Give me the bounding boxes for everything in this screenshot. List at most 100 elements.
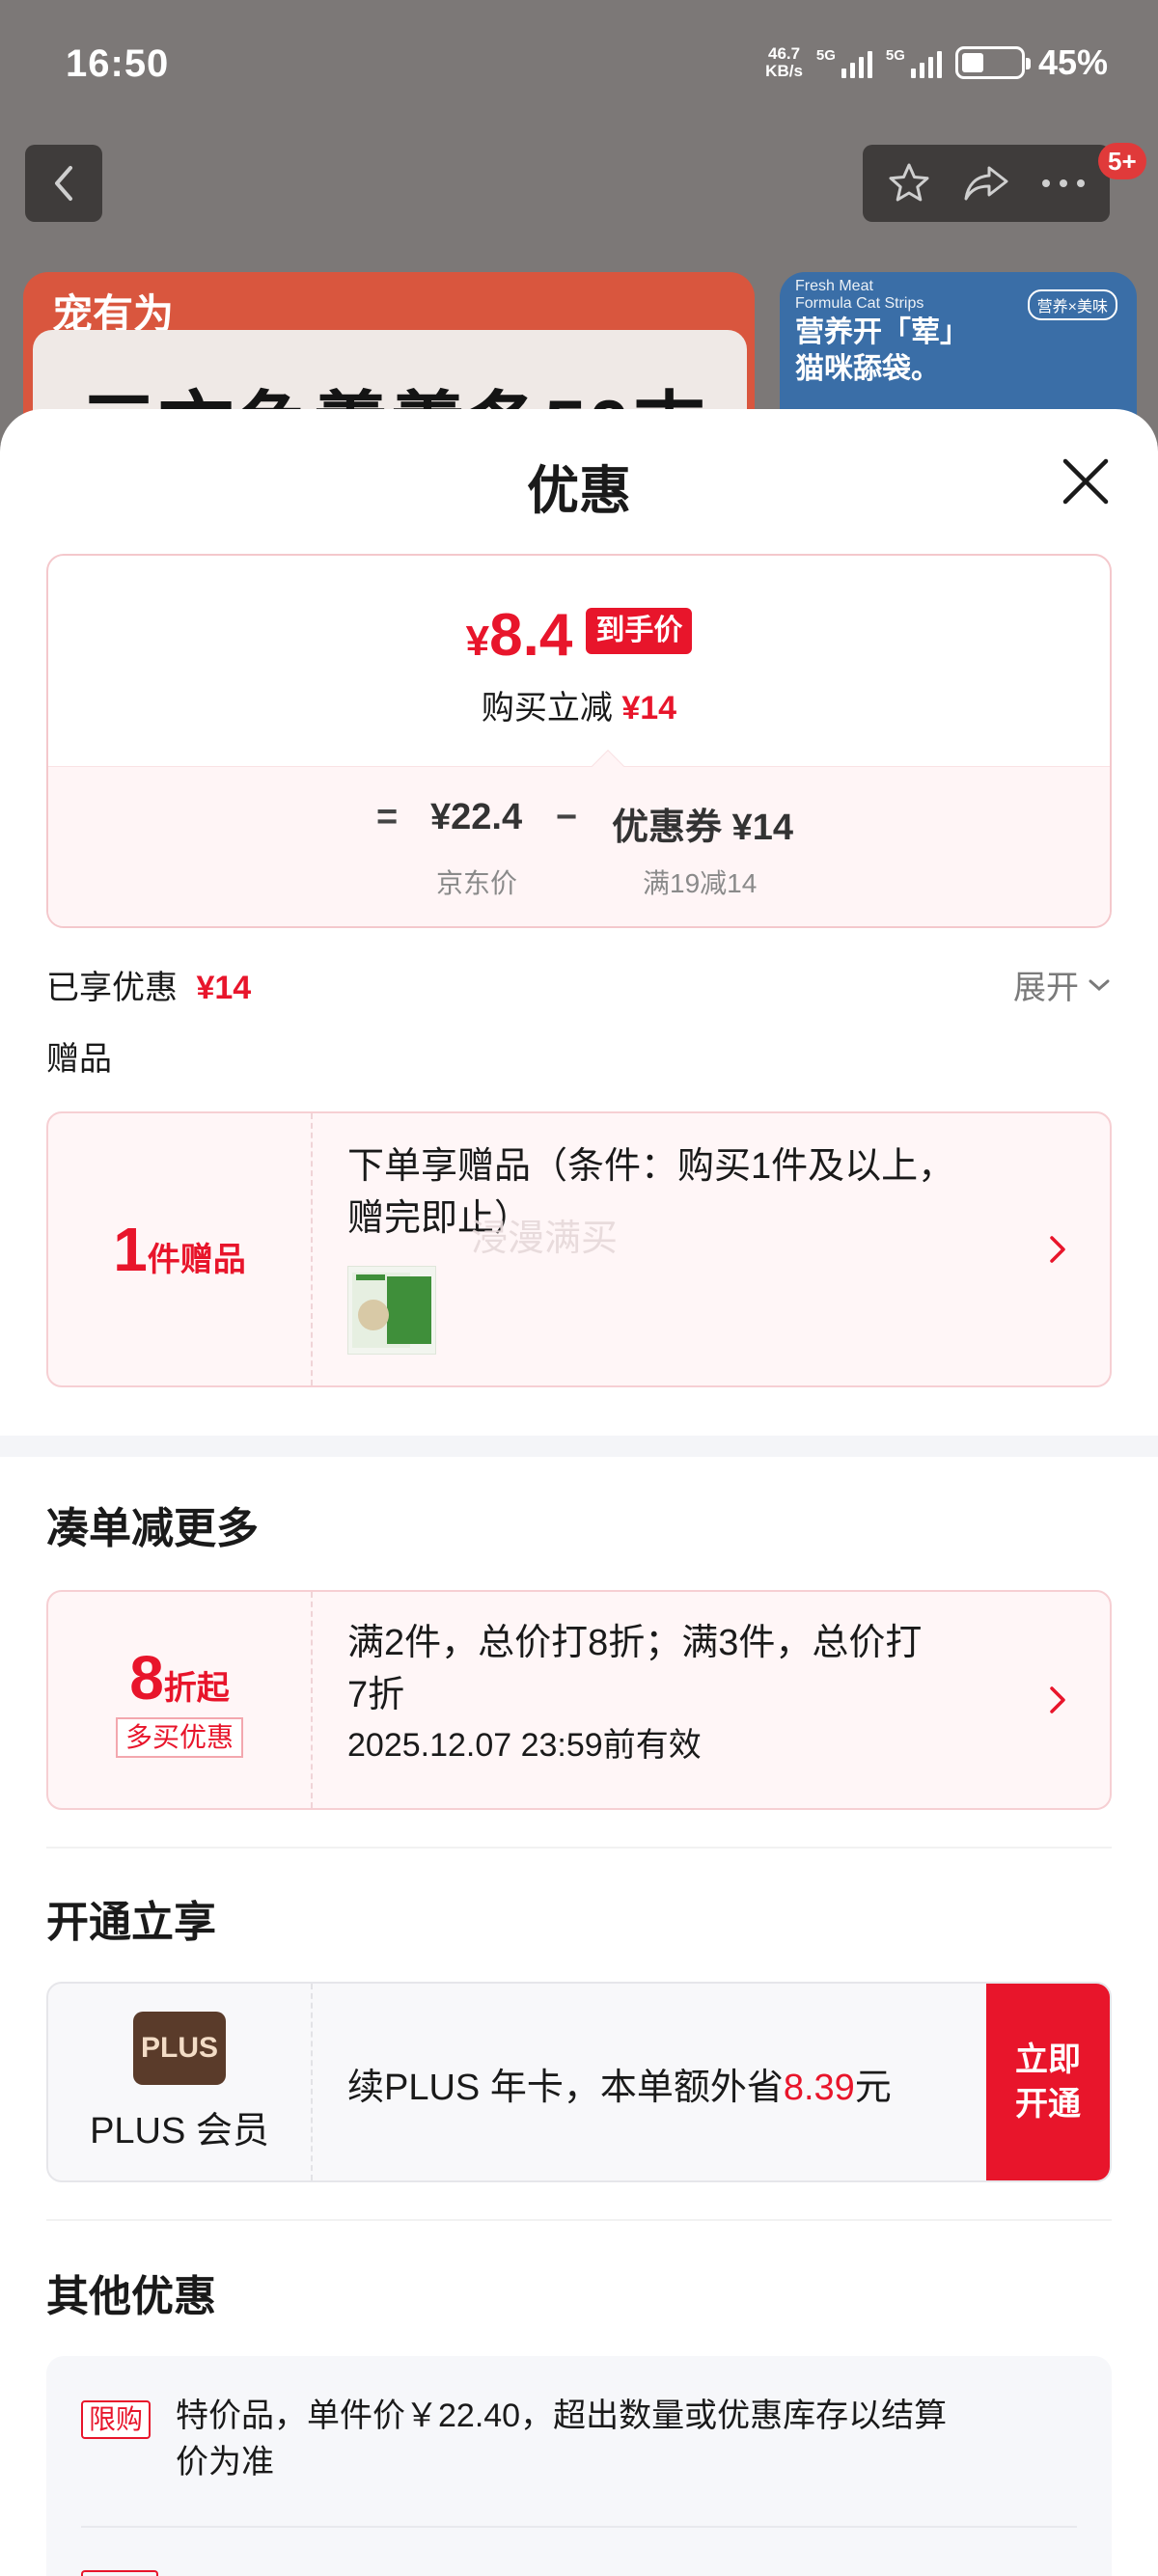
signal-icon-2: 5G bbox=[886, 47, 942, 78]
other-section-title: 其他优惠 bbox=[46, 2273, 216, 2320]
promo-tag: 营养×美味 bbox=[1027, 289, 1117, 320]
promo-title-1: 营养开「荤」 bbox=[795, 316, 969, 348]
promo-sub-2: Formula Cat Strips bbox=[795, 295, 924, 312]
price-breakdown: ¥8.4 到手价 购买立减 ¥14 = ¥22.4 − 优惠券 ¥14 京东价 … bbox=[46, 554, 1112, 928]
star-icon bbox=[889, 163, 929, 202]
battery-icon bbox=[954, 46, 1031, 79]
plus-description: 续PLUS 年卡，本单额外省8.39元 bbox=[347, 2057, 892, 2110]
status-bar: 16:50 46.7 KB/s 5G 5G 45% bbox=[0, 0, 1158, 135]
sheet-title: 优惠 bbox=[527, 462, 631, 520]
close-icon bbox=[1062, 458, 1109, 505]
gift-count: 1 件赠品 bbox=[48, 1113, 313, 1385]
gift-count-value: 1 bbox=[113, 1215, 148, 1284]
other-discounts-list: 限购 特价品，单件价￥22.40，超出数量或优惠库存以结算 价为准 bbox=[46, 2356, 1112, 2576]
final-price-value: 8.4 bbox=[489, 602, 573, 669]
gift-section-label: 赠品 bbox=[46, 1041, 112, 1078]
bundle-discount-unit: 折起 bbox=[163, 1670, 230, 1707]
enjoyed-discount-row: 已享优惠 ¥14 bbox=[46, 961, 1112, 1008]
bundle-desc-line2: 7折 bbox=[347, 1675, 405, 1715]
activate-plus-button[interactable]: 立即 开通 bbox=[986, 1984, 1110, 2180]
divider bbox=[46, 1847, 1112, 1849]
equals-sign: = bbox=[376, 797, 399, 837]
plus-desc-amount: 8.39 bbox=[783, 2068, 855, 2108]
jd-price: ¥22.4 bbox=[430, 797, 523, 837]
divider bbox=[46, 2219, 1112, 2221]
final-price-tag: 到手价 bbox=[586, 608, 693, 654]
message-badge: 5+ bbox=[1098, 143, 1146, 179]
gift-package-icon bbox=[348, 1267, 435, 1354]
instant-discount-label: 购买立减 bbox=[481, 690, 613, 726]
plus-membership: PLUS PLUS 会员 bbox=[48, 1984, 313, 2180]
minus-sign: − bbox=[556, 797, 578, 837]
share-icon bbox=[964, 166, 1008, 201]
chevron-left-icon bbox=[55, 166, 72, 201]
bundle-description: 满2件，总价打8折；满3件，总价打 7折 2025.12.07 23:59前有效 bbox=[347, 1617, 922, 1769]
bundle-desc-line1: 满2件，总价打8折；满3件，总价打 bbox=[347, 1623, 923, 1663]
jd-price-label: 京东价 bbox=[436, 868, 518, 898]
bundle-discount: 8 折起 多买优惠 bbox=[48, 1592, 313, 1808]
gift-thumbnail bbox=[347, 1266, 436, 1355]
battery-percent: 45% bbox=[1037, 42, 1108, 82]
chevron-right-icon bbox=[1050, 1236, 1065, 1263]
final-price: ¥8.4 bbox=[466, 602, 573, 675]
limit-tag: 限购 bbox=[81, 2400, 152, 2439]
gift-desc-line1: 下单享赠品（条件：购买1件及以上， bbox=[347, 1146, 955, 1187]
expand-button[interactable]: 展开 bbox=[1013, 961, 1112, 1008]
enjoyed-discount-label: 已享优惠 bbox=[46, 970, 178, 1006]
promo-banner-title: 营养开「荤」 猫咪舔袋。 bbox=[795, 315, 969, 388]
list-divider bbox=[81, 2526, 1077, 2528]
gift-count-row: 1 件赠品 bbox=[113, 1214, 246, 1285]
background-page: 16:50 46.7 KB/s 5G 5G 45% 5+ 宠有为 Fresh M… bbox=[0, 0, 1158, 465]
bundle-expiry: 2025.12.07 23:59前有效 bbox=[347, 1727, 702, 1764]
signal-icon: 5G bbox=[816, 47, 872, 78]
instant-discount: 购买立减 ¥14 bbox=[48, 681, 1110, 728]
share-button[interactable] bbox=[952, 150, 1020, 217]
other-discount-line2: 价为准 bbox=[176, 2444, 274, 2480]
activate-plus-line1: 立即 bbox=[1015, 2042, 1081, 2078]
section-divider bbox=[0, 1436, 1158, 1457]
gift-description: 下单享赠品（条件：购买1件及以上， 赠完即止） bbox=[347, 1140, 954, 1245]
price-breakdown-detail bbox=[48, 766, 1110, 926]
promo-banner-subtitle: Fresh Meat Formula Cat Strips bbox=[795, 278, 924, 313]
plus-card: PLUS PLUS 会员 续PLUS 年卡，本单额外省8.39元 立即 开通 bbox=[46, 1982, 1112, 2182]
coupon-amount: 优惠券 ¥14 bbox=[612, 808, 793, 848]
promo-sub-1: Fresh Meat bbox=[795, 278, 873, 294]
plus-section-title: 开通立享 bbox=[46, 1899, 216, 1946]
next-tag-partial bbox=[81, 2570, 158, 2576]
bundle-discount-value: 8 bbox=[129, 1643, 164, 1713]
instant-discount-value: ¥14 bbox=[621, 690, 677, 726]
close-button[interactable] bbox=[1058, 453, 1114, 509]
net-speed-value: 46.7 bbox=[767, 44, 801, 63]
bundle-tag: 多买优惠 bbox=[115, 1717, 243, 1758]
plus-member-label: PLUS 会员 bbox=[90, 2110, 269, 2151]
more-icon bbox=[1042, 179, 1085, 187]
promo-title-2: 猫咪舔袋。 bbox=[795, 353, 940, 385]
activate-plus-line2: 开通 bbox=[1015, 2086, 1081, 2123]
expand-label: 展开 bbox=[1013, 970, 1079, 1006]
coupon-condition: 满19减14 bbox=[643, 868, 758, 898]
screen: 16:50 46.7 KB/s 5G 5G 45% 5+ 宠有为 Fresh M… bbox=[0, 0, 1158, 2576]
gift-desc-line2: 赠完即止） bbox=[347, 1198, 532, 1239]
bundle-section-title: 凑单减更多 bbox=[46, 1505, 259, 1552]
bundle-card[interactable]: 8 折起 多买优惠 满2件，总价打8折；满3件，总价打 7折 2025.12.0… bbox=[46, 1590, 1112, 1810]
net-speed: 46.7 KB/s bbox=[765, 45, 803, 80]
more-button[interactable] bbox=[1030, 150, 1097, 217]
plus-logo: PLUS bbox=[133, 2011, 226, 2085]
sim2-label: 5G bbox=[885, 47, 905, 64]
sim1-label: 5G bbox=[815, 47, 836, 64]
bundle-discount-row: 8 折起 bbox=[129, 1642, 230, 1713]
plus-desc-suffix: 元 bbox=[854, 2068, 892, 2108]
gift-count-unit: 件赠品 bbox=[147, 1242, 246, 1278]
enjoyed-discount-value: ¥14 bbox=[196, 970, 252, 1006]
final-price-row: ¥8.4 到手价 bbox=[48, 602, 1110, 675]
back-button[interactable] bbox=[25, 145, 102, 222]
watermark-text: 浸漫满买 bbox=[471, 1219, 619, 1259]
favorite-button[interactable] bbox=[875, 150, 943, 217]
status-time: 16:50 bbox=[66, 42, 170, 85]
status-icons: 46.7 KB/s 5G 5G 45% bbox=[765, 42, 1108, 83]
final-price-symbol: ¥ bbox=[465, 617, 490, 665]
discount-sheet: 优惠 ¥8.4 到手价 购买立减 ¥14 = ¥22.4 − 优惠券 ¥14 京… bbox=[0, 409, 1158, 2576]
top-toolbar bbox=[863, 145, 1110, 222]
other-discount-item: 特价品，单件价￥22.40，超出数量或优惠库存以结算 价为准 bbox=[176, 2393, 1063, 2485]
plus-desc-prefix: 续PLUS 年卡，本单额外省 bbox=[347, 2068, 784, 2108]
